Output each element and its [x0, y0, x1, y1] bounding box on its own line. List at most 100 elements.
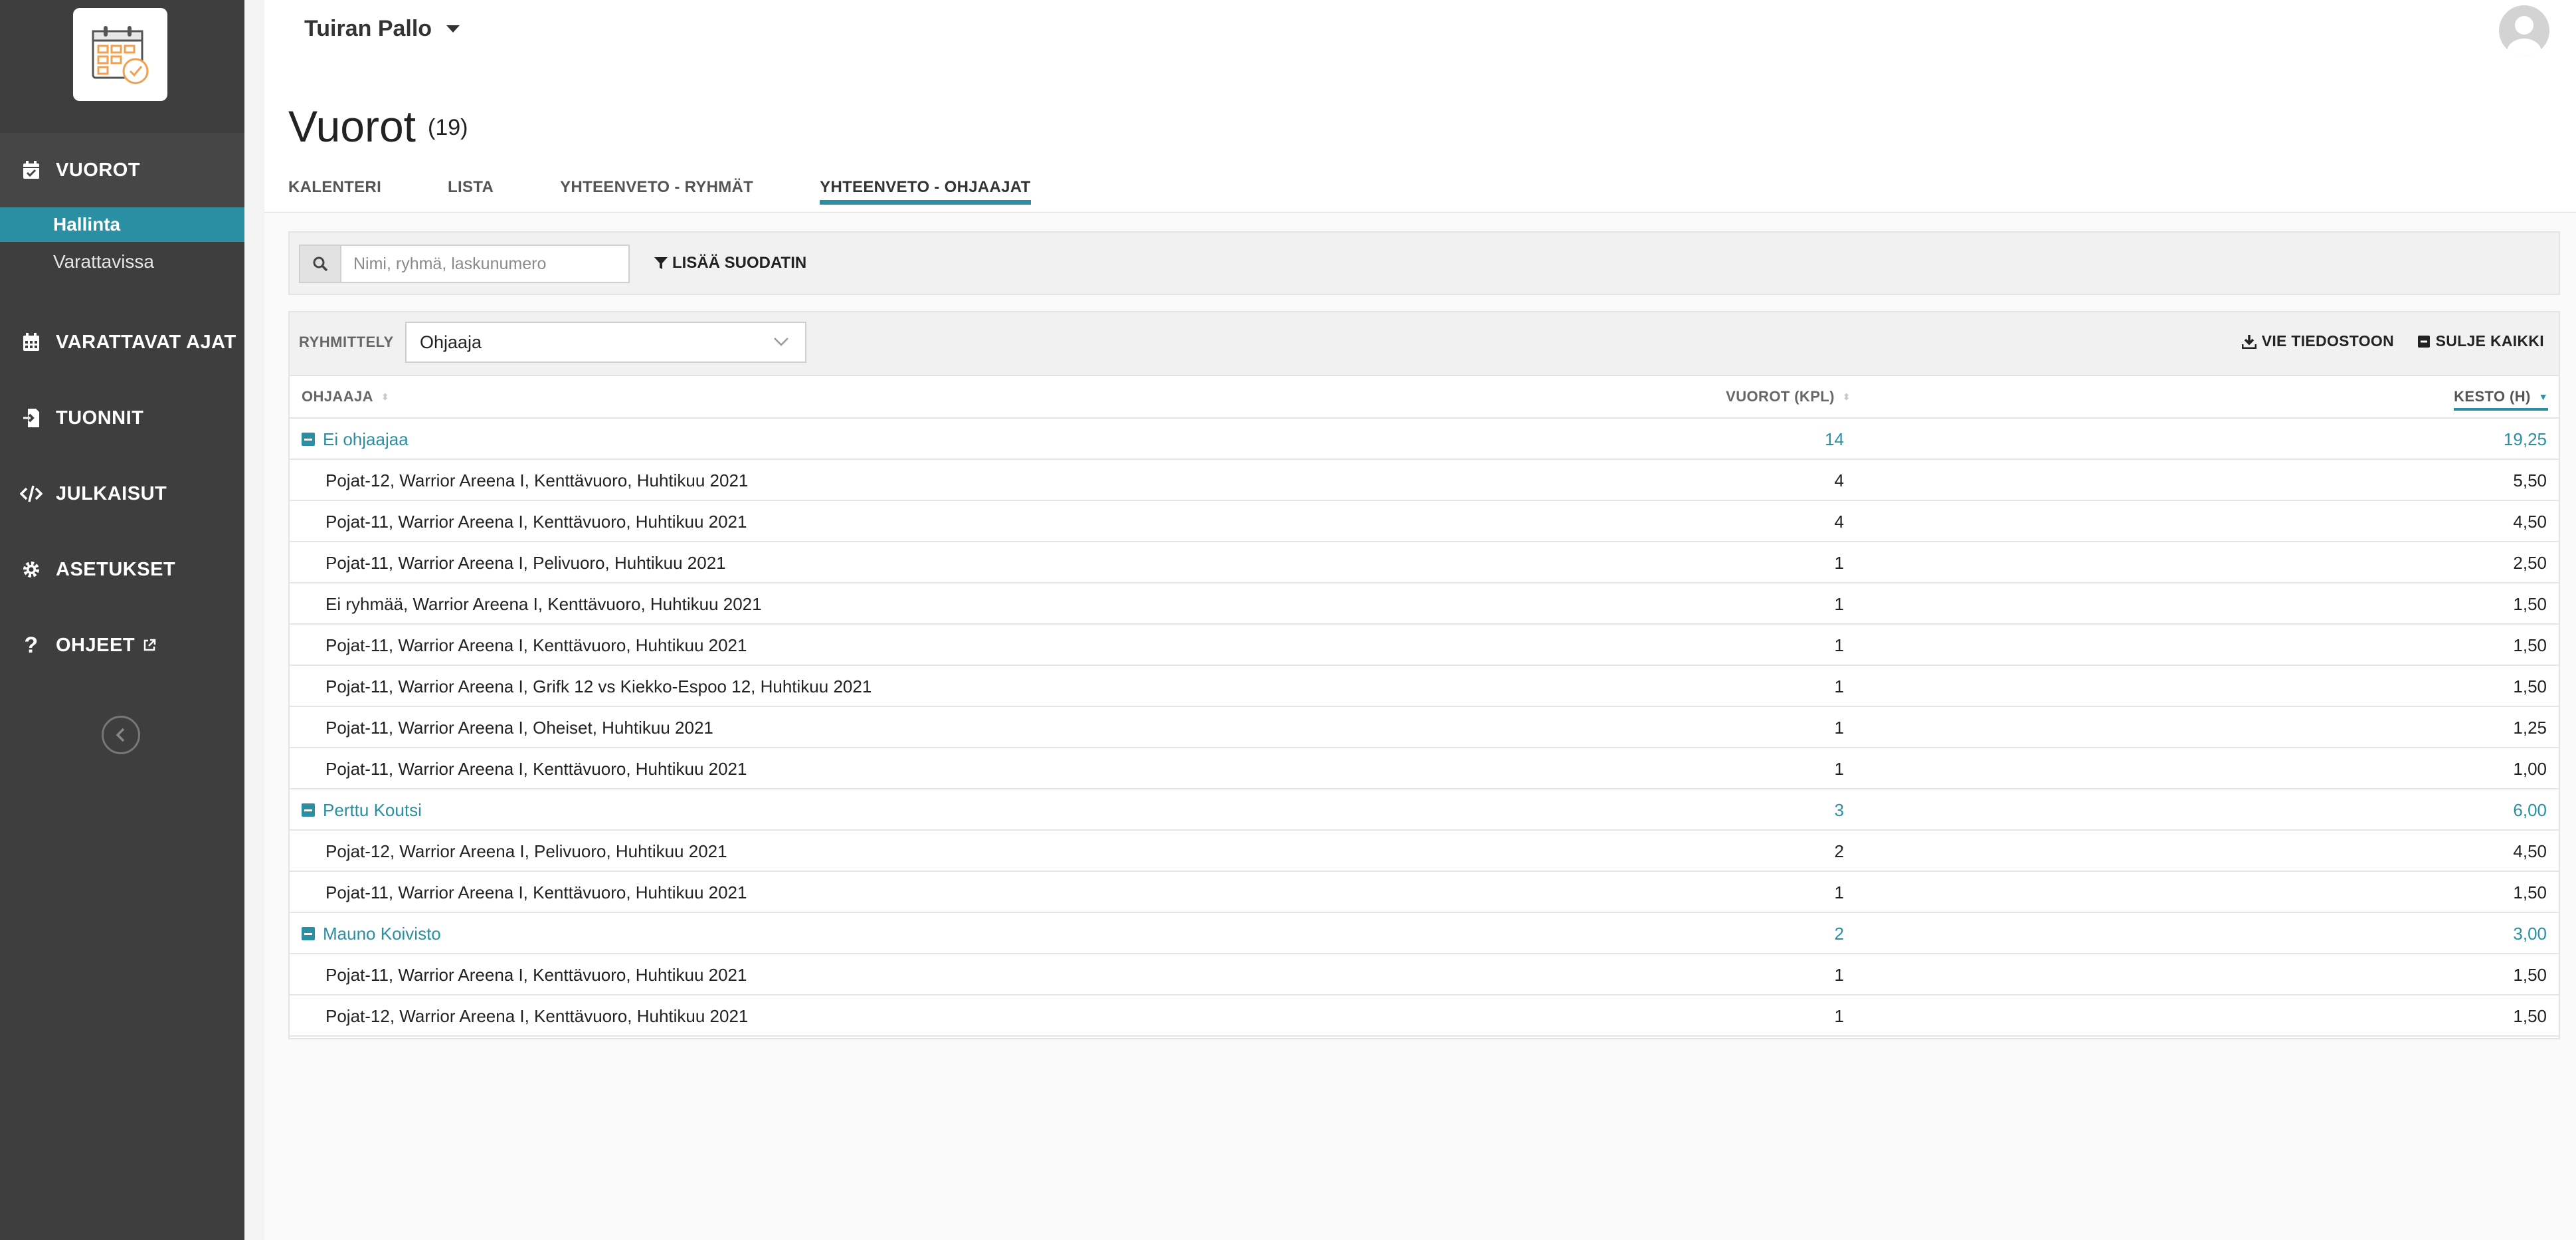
- collapse-toggle-icon[interactable]: [302, 433, 315, 446]
- nav-item-ohjeet[interactable]: ? OHJEET: [0, 607, 244, 683]
- table-row: Pojat-11, Warrior Areena I, Kenttävuoro,…: [290, 625, 2559, 666]
- export-label: VIE TIEDOSTOON: [2261, 332, 2394, 350]
- group-row[interactable]: Ei ohjaajaa 14 19,25: [290, 419, 2559, 460]
- table-row: Pojat-11, Warrior Areena I, Grifk 12 vs …: [290, 666, 2559, 707]
- avatar[interactable]: [2499, 5, 2549, 56]
- search-input[interactable]: [340, 245, 630, 283]
- row-hours: 4,50: [2513, 512, 2547, 532]
- sub-item-hallinta[interactable]: Hallinta: [0, 207, 244, 242]
- minus-square-icon: [2417, 335, 2431, 348]
- row-count: 1: [1834, 594, 1844, 614]
- user-icon: [2507, 16, 2541, 56]
- panel-toolbar: RYHMITTELY Ohjaaja VIE TIEDOSTOON SULJE …: [290, 312, 2559, 376]
- row-count: 1: [1834, 965, 1844, 985]
- collapse-toggle-icon[interactable]: [302, 803, 315, 817]
- column-header-vuorot[interactable]: VUOROT (KPL) ⬍: [1726, 388, 1851, 405]
- sub-item-varattavissa[interactable]: Varattavissa: [0, 242, 244, 282]
- column-label: VUOROT (KPL): [1726, 388, 1835, 405]
- close-all-label: SULJE KAIKKI: [2435, 332, 2544, 350]
- row-hours: 1,50: [2513, 635, 2547, 655]
- nav-list: VARATTAVAT AJAT TUONNIT JULKAISUT ASETUK…: [0, 304, 244, 683]
- collapse-toggle-icon[interactable]: [302, 927, 315, 940]
- row-name: Pojat-11, Warrior Areena I, Pelivuoro, H…: [325, 553, 726, 573]
- group-row[interactable]: Perttu Koutsi 3 6,00: [290, 789, 2559, 831]
- search-button[interactable]: [299, 245, 340, 283]
- row-hours: 1,25: [2513, 718, 2547, 738]
- grouping-select[interactable]: Ohjaaja: [405, 322, 806, 363]
- close-all-button[interactable]: SULJE KAIKKI: [2417, 332, 2544, 350]
- row-name: Pojat-11, Warrior Areena I, Grifk 12 vs …: [325, 676, 872, 696]
- external-link-icon: [143, 639, 156, 652]
- tab-yhteenveto-ryhmat[interactable]: YHTEENVETO - RYHMÄT: [560, 178, 753, 205]
- collapse-sidebar-button[interactable]: [102, 716, 140, 754]
- calendar-grid-icon: [20, 331, 43, 354]
- table-body: Ei ohjaajaa 14 19,25 Pojat-12, Warrior Aree…: [290, 419, 2559, 1037]
- row-name: Pojat-11, Warrior Areena I, Kenttävuoro,…: [325, 759, 747, 779]
- topbar: Tuiran Pallo: [264, 0, 2576, 69]
- page-count: (19): [428, 115, 468, 140]
- group-count: 3: [1834, 800, 1844, 820]
- nav-label: VARATTAVAT AJAT: [56, 331, 236, 353]
- tab-kalenteri[interactable]: KALENTERI: [288, 178, 381, 205]
- sort-desc-icon: ▼: [2538, 391, 2548, 402]
- table-row: Pojat-11, Warrior Areena I, Kenttävuoro,…: [290, 954, 2559, 995]
- tabs-divider: [264, 212, 2576, 213]
- add-filter-button[interactable]: LISÄÄ SUODATIN: [654, 254, 806, 272]
- row-name: Ei ryhmää, Warrior Areena I, Kenttävuoro…: [325, 594, 762, 614]
- nav-label: OHJEET: [56, 634, 136, 656]
- column-header-ohjaaja[interactable]: OHJAAJA ⬍: [302, 388, 389, 405]
- row-count: 1: [1834, 676, 1844, 696]
- sort-icon: ⬍: [1842, 391, 1851, 402]
- row-count: 1: [1834, 553, 1844, 573]
- sort-icon: ⬍: [381, 391, 390, 402]
- nav-subitems: Hallinta Varattavissa: [0, 207, 244, 282]
- nav-item-varattavat-ajat[interactable]: VARATTAVAT AJAT: [0, 304, 244, 380]
- gear-icon: [20, 558, 43, 581]
- group-row[interactable]: Mauno Koivisto 2 3,00: [290, 913, 2559, 954]
- download-icon: [2241, 334, 2256, 349]
- chevron-left-icon: [116, 728, 125, 742]
- nav-item-julkaisut[interactable]: JULKAISUT: [0, 456, 244, 532]
- row-name: Pojat-12, Warrior Areena I, Kenttävuoro,…: [325, 470, 749, 490]
- search-bar: LISÄÄ SUODATIN: [288, 231, 2560, 295]
- row-name: Pojat-12, Warrior Areena I, Pelivuoro, H…: [325, 841, 727, 861]
- row-count: 4: [1834, 512, 1844, 532]
- nav-item-asetukset[interactable]: ASETUKSET: [0, 532, 244, 607]
- app-logo[interactable]: [73, 8, 167, 101]
- tab-yhteenveto-ohjaajat[interactable]: YHTEENVETO - OHJAAJAT: [820, 178, 1031, 205]
- column-header-kesto[interactable]: KESTO (H) ▼: [2454, 388, 2548, 411]
- row-count: 1: [1834, 882, 1844, 902]
- group-name: Mauno Koivisto: [323, 924, 441, 944]
- row-hours: 1,50: [2513, 965, 2547, 985]
- nav-item-vuorot[interactable]: VUOROT: [0, 133, 244, 207]
- nav-label: JULKAISUT: [56, 482, 167, 504]
- table-row: Pojat-12, Warrior Areena I, Kenttävuoro,…: [290, 995, 2559, 1037]
- page-header: Vuorot (19) KALENTERI LISTA YHTEENVETO - …: [264, 68, 2576, 213]
- table-row: Pojat-12, Warrior Areena I, Pelivuoro, H…: [290, 831, 2559, 872]
- column-label: OHJAAJA: [302, 388, 373, 405]
- page-title-text: Vuorot: [288, 102, 416, 151]
- table-row: Pojat-11, Warrior Areena I, Kenttävuoro,…: [290, 501, 2559, 542]
- group-name: Ei ohjaajaa: [323, 429, 409, 449]
- group-count: 14: [1825, 429, 1844, 449]
- tabs: KALENTERI LISTA YHTEENVETO - RYHMÄT YHTE…: [288, 178, 1097, 205]
- organization-selector[interactable]: Tuiran Pallo: [304, 16, 460, 42]
- nav-item-tuonnit[interactable]: TUONNIT: [0, 380, 244, 456]
- sidebar-gutter: [244, 0, 265, 1240]
- row-count: 1: [1834, 1006, 1844, 1026]
- table-row: Pojat-11, Warrior Areena I, Kenttävuoro,…: [290, 872, 2559, 913]
- sidebar: VUOROT Hallinta Varattavissa VARATTAVAT …: [0, 0, 244, 1240]
- tab-lista[interactable]: LISTA: [448, 178, 494, 205]
- group-count: 2: [1834, 924, 1844, 944]
- chevron-down-icon: [774, 338, 788, 346]
- calendar-logo-icon: [92, 26, 149, 84]
- row-count: 2: [1834, 841, 1844, 861]
- row-hours: 1,50: [2513, 594, 2547, 614]
- nav-label: ASETUKSET: [56, 558, 176, 580]
- row-name: Pojat-11, Warrior Areena I, Kenttävuoro,…: [325, 635, 747, 655]
- question-icon: ?: [24, 632, 39, 658]
- row-name: Pojat-11, Warrior Areena I, Oheiset, Huh…: [325, 718, 713, 738]
- table-row: Pojat-11, Warrior Areena I, Pelivuoro, H…: [290, 542, 2559, 583]
- page-title: Vuorot (19): [288, 101, 468, 152]
- export-button[interactable]: VIE TIEDOSTOON: [2241, 332, 2394, 350]
